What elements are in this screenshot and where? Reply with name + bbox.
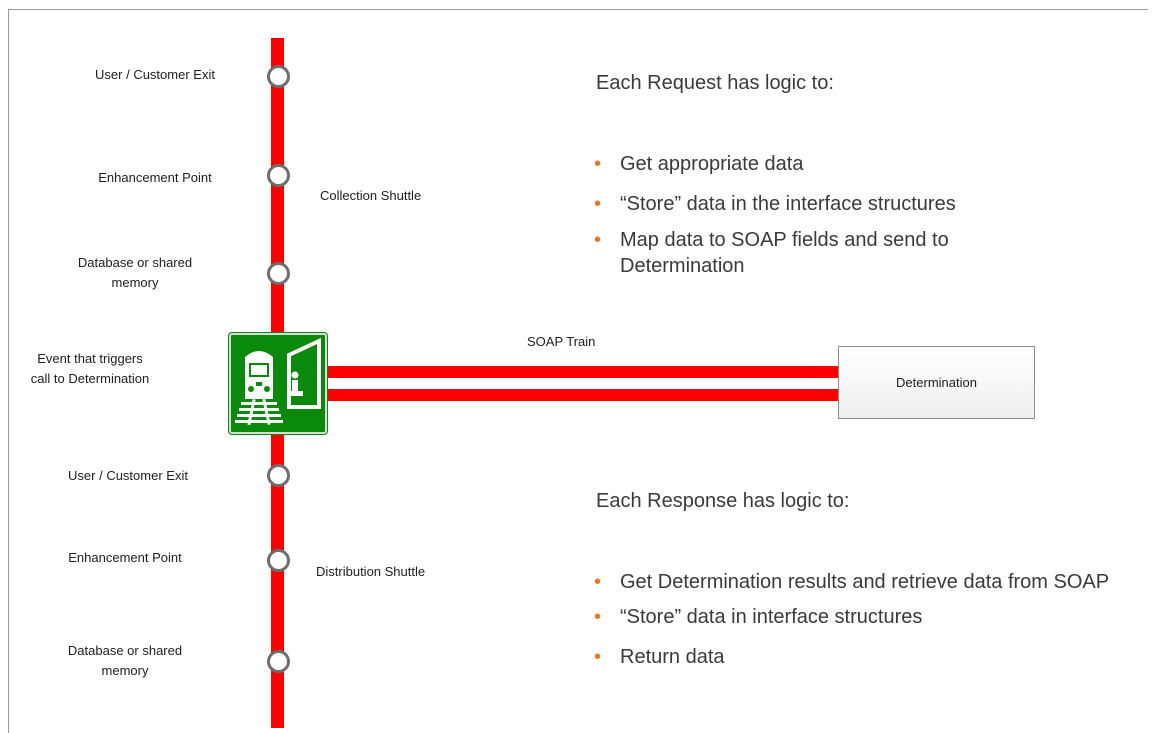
label-collection-shuttle: Collection Shuttle (320, 188, 422, 203)
determination-box-label: Determination (896, 375, 977, 390)
request-item: • “Store” data in the interface structure… (594, 191, 1114, 217)
stop-user-exit-bottom (267, 464, 290, 487)
bullet-icon: • (594, 229, 602, 251)
frame-top-border (8, 9, 1148, 10)
request-item-text: “Store” data in the interface structures (620, 193, 956, 215)
bullet-icon: • (594, 193, 602, 215)
response-item-text: “Store” data in interface structures (620, 606, 923, 628)
response-item: • Return data (594, 644, 1114, 670)
request-heading: Each Request has logic to: (596, 72, 834, 94)
bullet-icon: • (594, 606, 602, 628)
label-database-bottom: Database or shared memory (67, 643, 183, 678)
request-item-text: Get appropriate data (620, 153, 804, 175)
train-station-icon (229, 333, 327, 434)
bullet-icon: • (594, 571, 602, 593)
label-database-top: Database or shared memory (77, 255, 193, 290)
stop-enhancement-bottom (267, 549, 290, 572)
label-soap-train: SOAP Train (527, 334, 596, 349)
stop-enhancement-top (267, 164, 290, 187)
request-item: • Get appropriate data (594, 151, 1114, 177)
response-list: • Get Determination results and retrieve … (594, 569, 1114, 684)
label-user-exit-top: User / Customer Exit (95, 67, 215, 82)
stop-database-bottom (267, 650, 290, 673)
request-item-text: Map data to SOAP fields and send to Dete… (620, 229, 949, 277)
stop-user-exit-top (267, 65, 290, 88)
bullet-icon: • (594, 153, 602, 175)
response-item-text: Return data (620, 646, 725, 668)
soap-rail-lower (325, 389, 840, 401)
label-user-exit-bottom: User / Customer Exit (68, 468, 188, 483)
response-heading: Each Response has logic to: (596, 490, 850, 512)
label-event-trigger: Event that triggers call to Determinatio… (30, 351, 150, 386)
stop-database-top (267, 262, 290, 285)
request-item: • Map data to SOAP fields and send to Det… (594, 227, 1020, 279)
determination-box: Determination (838, 346, 1035, 419)
response-item-text: Get Determination results and retrieve d… (620, 571, 1110, 593)
label-distribution-shuttle: Distribution Shuttle (316, 564, 426, 579)
request-list: • Get appropriate data • “Store” data in t… (594, 151, 1114, 293)
soap-rail-upper (325, 366, 840, 378)
label-enhancement-top: Enhancement Point (98, 170, 212, 185)
bullet-icon: • (594, 646, 602, 668)
train-station-glyph (235, 337, 321, 426)
label-enhancement-bottom: Enhancement Point (68, 550, 182, 565)
response-item: • “Store” data in interface structures (594, 604, 1114, 630)
response-item: • Get Determination results and retrieve … (594, 569, 1114, 595)
frame-left-border (8, 9, 9, 733)
